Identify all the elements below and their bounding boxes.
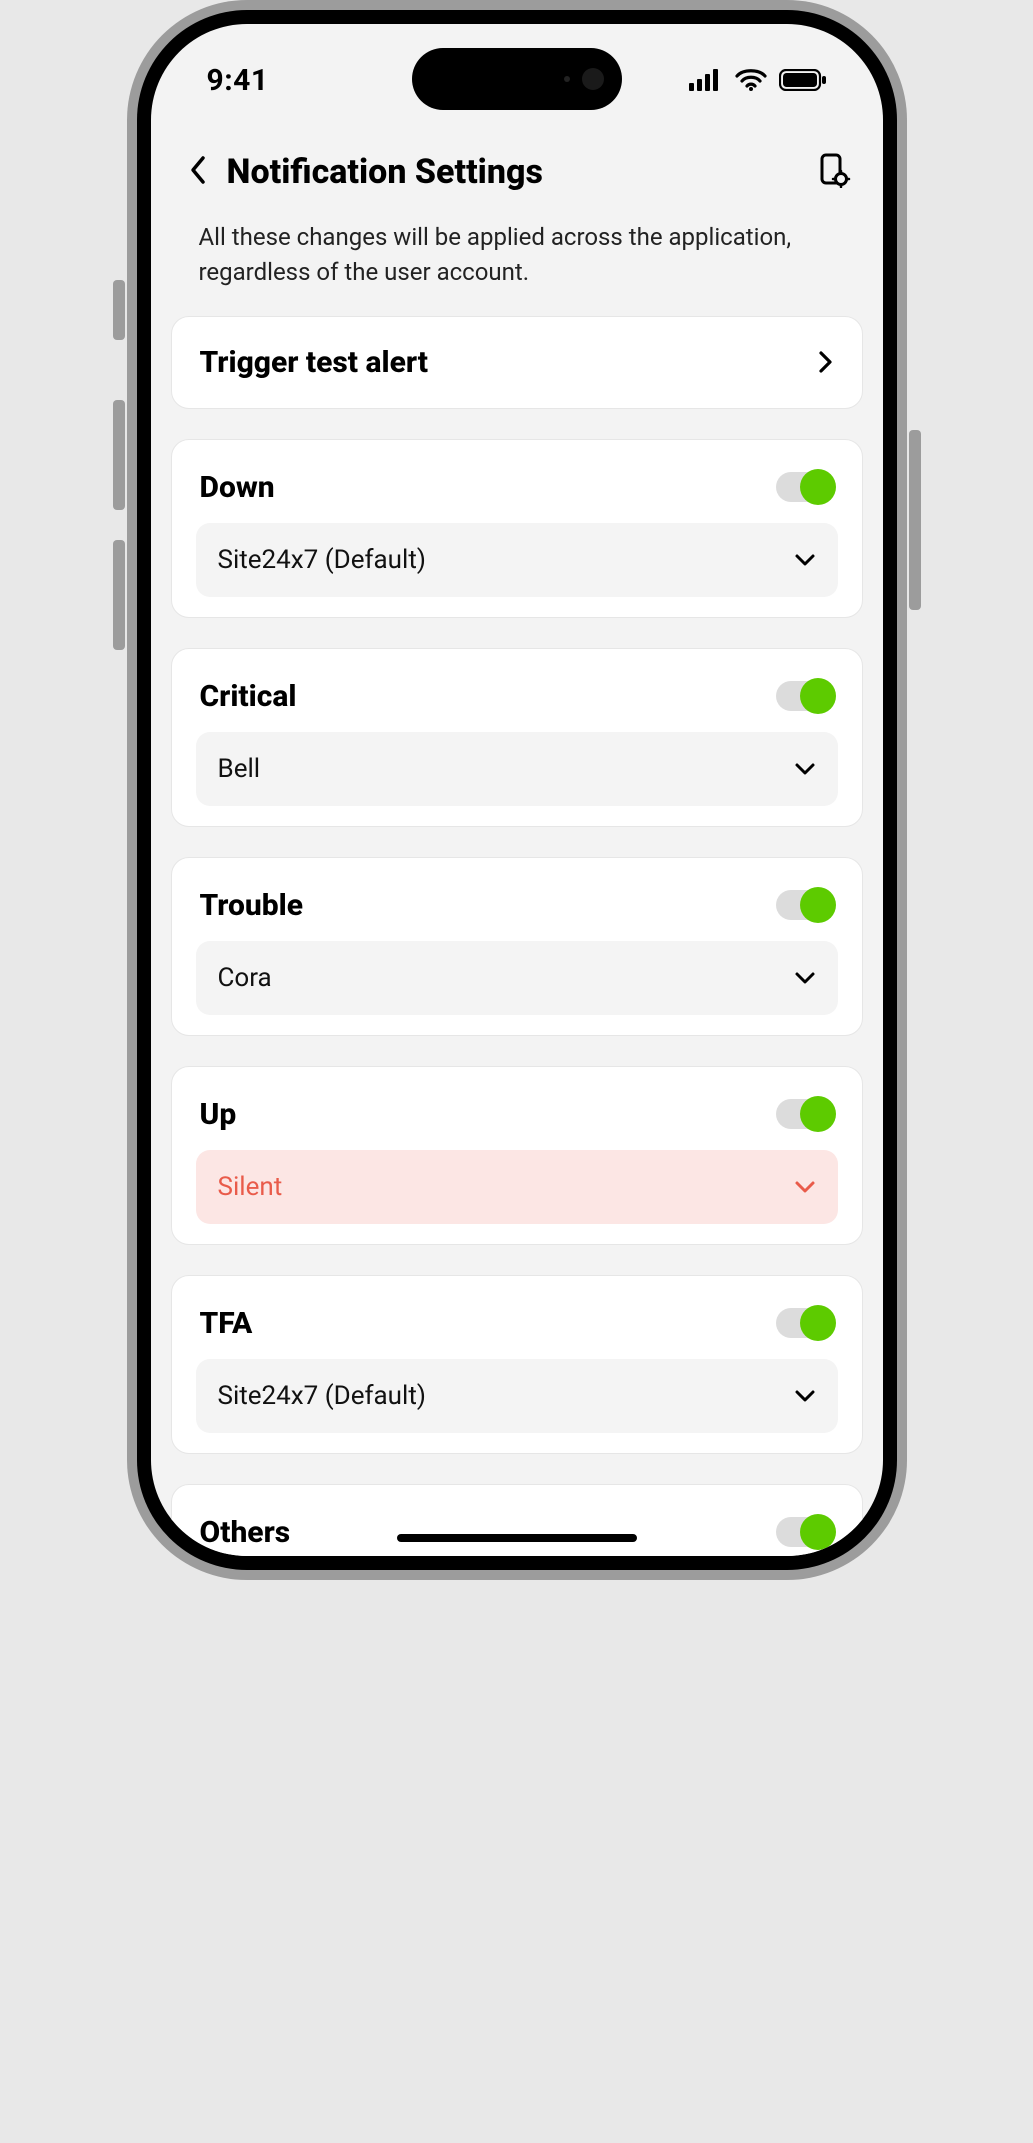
device-settings-button[interactable]	[811, 148, 855, 196]
card-title-others: Others	[200, 1515, 291, 1550]
chevron-down-icon	[794, 762, 816, 776]
card-trouble: Trouble Cora	[171, 857, 863, 1036]
card-title-trouble: Trouble	[200, 888, 304, 923]
card-title-critical: Critical	[200, 679, 297, 714]
dropdown-value: Site24x7 (Default)	[218, 1381, 426, 1411]
nav-bar: Notification Settings	[151, 134, 883, 214]
cellular-icon	[689, 69, 723, 91]
dynamic-island	[412, 48, 622, 110]
device-gear-icon	[815, 152, 851, 188]
card-title-down: Down	[200, 470, 275, 505]
card-others: Others	[171, 1484, 863, 1556]
chevron-right-icon	[818, 350, 834, 374]
dropdown-down[interactable]: Site24x7 (Default)	[196, 523, 838, 597]
side-button	[113, 280, 125, 340]
dropdown-trouble[interactable]: Cora	[196, 941, 838, 1015]
toggle-critical[interactable]	[776, 681, 834, 711]
chevron-down-icon	[794, 553, 816, 567]
side-button	[113, 400, 125, 510]
toggle-up[interactable]	[776, 1099, 834, 1129]
card-tfa: TFA Site24x7 (Default)	[171, 1275, 863, 1454]
toggle-tfa[interactable]	[776, 1308, 834, 1338]
toggle-trouble[interactable]	[776, 890, 834, 920]
dropdown-critical[interactable]: Bell	[196, 732, 838, 806]
battery-icon	[779, 69, 827, 91]
toggle-others[interactable]	[776, 1517, 834, 1547]
chevron-left-icon	[189, 155, 207, 185]
card-down: Down Site24x7 (Default)	[171, 439, 863, 618]
chevron-down-icon	[794, 1180, 816, 1194]
status-time: 9:41	[207, 63, 269, 98]
page-title: Notification Settings	[227, 152, 811, 192]
home-indicator[interactable]	[397, 1534, 637, 1542]
dropdown-value: Bell	[218, 754, 261, 784]
chevron-down-icon	[794, 1389, 816, 1403]
dropdown-value: Cora	[218, 963, 272, 993]
card-critical: Critical Bell	[171, 648, 863, 827]
card-title-up: Up	[200, 1097, 237, 1132]
info-text: All these changes will be applied across…	[151, 214, 883, 316]
chevron-down-icon	[794, 971, 816, 985]
card-up: Up Silent	[171, 1066, 863, 1245]
side-button	[909, 430, 921, 610]
trigger-test-alert-label: Trigger test alert	[200, 345, 429, 380]
dropdown-value: Site24x7 (Default)	[218, 545, 426, 575]
back-button[interactable]	[179, 149, 217, 195]
side-button	[113, 540, 125, 650]
phone-frame: 9:41 Notification Settings	[137, 10, 897, 1570]
card-title-tfa: TFA	[200, 1306, 253, 1341]
wifi-icon	[735, 69, 767, 91]
toggle-down[interactable]	[776, 472, 834, 502]
dropdown-value: Silent	[218, 1172, 283, 1202]
dropdown-tfa[interactable]: Site24x7 (Default)	[196, 1359, 838, 1433]
dropdown-up[interactable]: Silent	[196, 1150, 838, 1224]
trigger-test-alert-row[interactable]: Trigger test alert	[171, 316, 863, 409]
